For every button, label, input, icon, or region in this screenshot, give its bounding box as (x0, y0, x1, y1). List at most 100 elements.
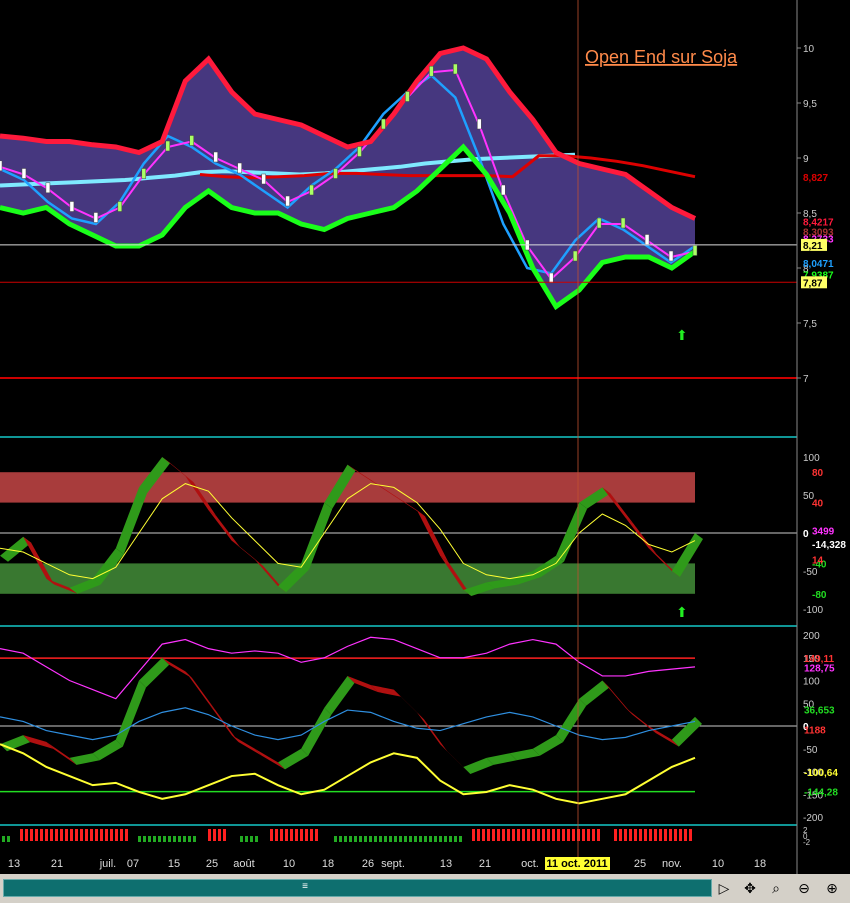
strip-bar-7-567 (567, 829, 570, 841)
strip-bar-8-679 (679, 829, 682, 841)
strip-bar-7-552 (552, 829, 555, 841)
strip-bar-6-439 (439, 836, 442, 842)
x-tick-5: 25 (206, 858, 218, 870)
mom-tick-8: -200 (803, 813, 823, 824)
strip-bar-8-629 (629, 829, 632, 841)
strip-bar-5-300 (300, 829, 303, 841)
x-tick-9: 26 (362, 858, 374, 870)
strip-bar-7-482 (482, 829, 485, 841)
candle-15 (357, 146, 362, 157)
strip-bar-1-70 (70, 829, 73, 841)
price-label-4: 8,21 (803, 241, 823, 252)
strip-bar-4-250 (250, 836, 253, 842)
candle-28 (668, 250, 674, 262)
candle-0 (0, 160, 3, 172)
strip-bar-1-55 (55, 829, 58, 841)
scroll-thumb[interactable]: ≡ (294, 881, 316, 893)
candle-2 (45, 182, 51, 194)
zoom-fit-icon[interactable]: ⌕ (766, 878, 786, 898)
strip-bar-1-20 (20, 829, 23, 841)
strip-bar-1-115 (115, 829, 118, 841)
strip-bar-5-275 (275, 829, 278, 841)
osc-label-7: 14 (812, 556, 824, 567)
mom-label-6: -144,28 (804, 788, 838, 799)
zoom-out-icon[interactable]: ⊖ (794, 878, 814, 898)
strip-bar-2-188 (188, 836, 191, 842)
play-forward-icon[interactable]: ▷ (714, 878, 734, 898)
candle-29 (692, 245, 698, 256)
strip-bar-3-208 (208, 829, 211, 841)
strip-bar-7-572 (572, 829, 575, 841)
strip-bar-4-255 (255, 836, 258, 842)
candle-10 (237, 162, 242, 174)
zoom-in-icon[interactable]: ⊕ (822, 878, 842, 898)
x-tick-12: 21 (479, 858, 491, 870)
x-tick-6: août (233, 858, 254, 870)
strip-bar-5-285 (285, 829, 288, 841)
strip-bar-1-125 (125, 829, 128, 841)
strip-bar-2-173 (173, 836, 176, 842)
strip-bar-7-587 (587, 829, 590, 841)
strip-bar-5-305 (305, 829, 308, 841)
osc-tick-4: -100 (803, 605, 823, 616)
candle-4 (93, 212, 99, 223)
strip-bar-6-364 (364, 836, 367, 842)
strip-bar-6-404 (404, 836, 407, 842)
strip-bar-1-40 (40, 829, 43, 841)
strip-bar-8-669 (669, 829, 672, 841)
price-label-5: 8,0471 (803, 259, 834, 270)
mom-tick-0: 200 (803, 631, 820, 642)
strip-bar-1-45 (45, 829, 48, 841)
strip-bar-8-664 (664, 829, 667, 841)
strip-bar-7-557 (557, 829, 560, 841)
strip-bar-7-542 (542, 829, 545, 841)
x-tick-10: sept. (381, 858, 405, 870)
cursor-date-label: 11 oct. 2011 (546, 858, 607, 870)
osc-label-0: 80 (812, 468, 824, 479)
strip-bar-6-379 (379, 836, 382, 842)
strip-bar-6-419 (419, 836, 422, 842)
mom-label-2: 36,653 (804, 705, 835, 716)
strip-bar-6-434 (434, 836, 437, 842)
strip-bar-6-374 (374, 836, 377, 842)
x-tick-16: 10 (712, 858, 724, 870)
strip-bar-8-644 (644, 829, 647, 841)
strip-bar-6-429 (429, 836, 432, 842)
candle-18 (429, 65, 434, 77)
strip-bar-6-334 (334, 836, 337, 842)
strip-bar-1-65 (65, 829, 68, 841)
strip-bar-5-315 (315, 829, 318, 841)
strip-bar-2-143 (143, 836, 146, 842)
candle-9 (213, 151, 218, 163)
strip-bar-7-477 (477, 829, 480, 841)
candle-8 (189, 135, 194, 146)
strip-bar-2-178 (178, 836, 181, 842)
strip-bar-0-7 (7, 836, 10, 842)
candle-24 (572, 250, 578, 262)
strip-bar-7-577 (577, 829, 580, 841)
strip-bar-1-75 (75, 829, 78, 841)
candle-20 (477, 118, 482, 130)
strip-bar-1-25 (25, 829, 28, 841)
candle-26 (620, 217, 626, 229)
strip-bar-7-517 (517, 829, 520, 841)
mom-label-4: 1188 (804, 726, 826, 737)
strip-bar-6-384 (384, 836, 387, 842)
horizontal-scrollbar[interactable]: ≡ (3, 879, 712, 897)
x-tick-4: 15 (168, 858, 180, 870)
strip-bar-8-659 (659, 829, 662, 841)
strip-bar-7-547 (547, 829, 550, 841)
strip-bar-1-105 (105, 829, 108, 841)
strip-bar-2-168 (168, 836, 171, 842)
cursor-tool-icon[interactable]: ✥ (740, 878, 760, 898)
strip-bar-2-183 (183, 836, 186, 842)
candle-5 (117, 201, 123, 212)
candle-1 (21, 168, 27, 179)
strip-bar-1-100 (100, 829, 103, 841)
strip-bar-7-472 (472, 829, 475, 841)
strip-bar-8-639 (639, 829, 642, 841)
strip-bar-2-193 (193, 836, 196, 842)
x-tick-15: nov. (662, 858, 682, 870)
strip-bar-7-497 (497, 829, 500, 841)
strip-bar-6-444 (444, 836, 447, 842)
